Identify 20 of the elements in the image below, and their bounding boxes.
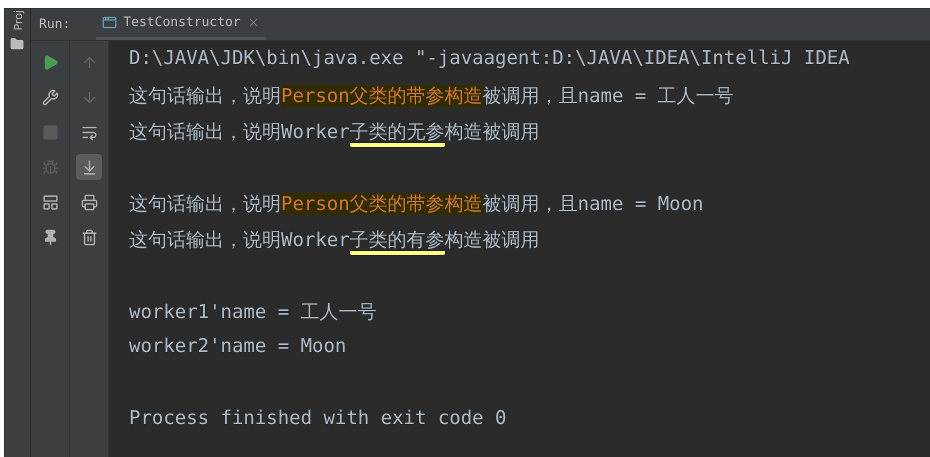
window-icon xyxy=(102,15,118,30)
print-icon xyxy=(80,194,98,210)
console-line: 这句话输出，说明Worker子类的有参构造被调用 xyxy=(129,227,930,263)
layout-icon xyxy=(42,194,58,210)
console-line: worker1'name = 工人一号 xyxy=(129,300,378,325)
console-line: D:\JAVA\JDK\bin\java.exe "-javaagent:D:\JAVA\IDEA\IntelliJ IDEA xyxy=(129,47,851,71)
run-label: Run: xyxy=(39,16,70,32)
console-line: 这句话输出，说明Person父类的带参构造被调用，且name = 工人一号 xyxy=(129,84,735,109)
wrench-icon xyxy=(42,88,58,106)
trash-icon xyxy=(80,228,98,246)
folder-icon xyxy=(10,36,24,51)
project-tab[interactable]: Proj xyxy=(12,10,22,31)
bug-icon xyxy=(42,158,58,176)
stop-icon xyxy=(42,124,58,140)
scroll-end-button[interactable] xyxy=(76,154,102,180)
console-line: 这句话输出，说明Worker子类的无参构造被调用 xyxy=(129,119,930,155)
console-line: Process finished with exit code 0 xyxy=(129,407,508,431)
close-icon[interactable] xyxy=(246,16,260,29)
console-line: 这句话输出，说明Person父类的带参构造被调用，且name = Moon xyxy=(129,192,704,217)
console-line: worker2'name = Moon xyxy=(129,335,348,359)
